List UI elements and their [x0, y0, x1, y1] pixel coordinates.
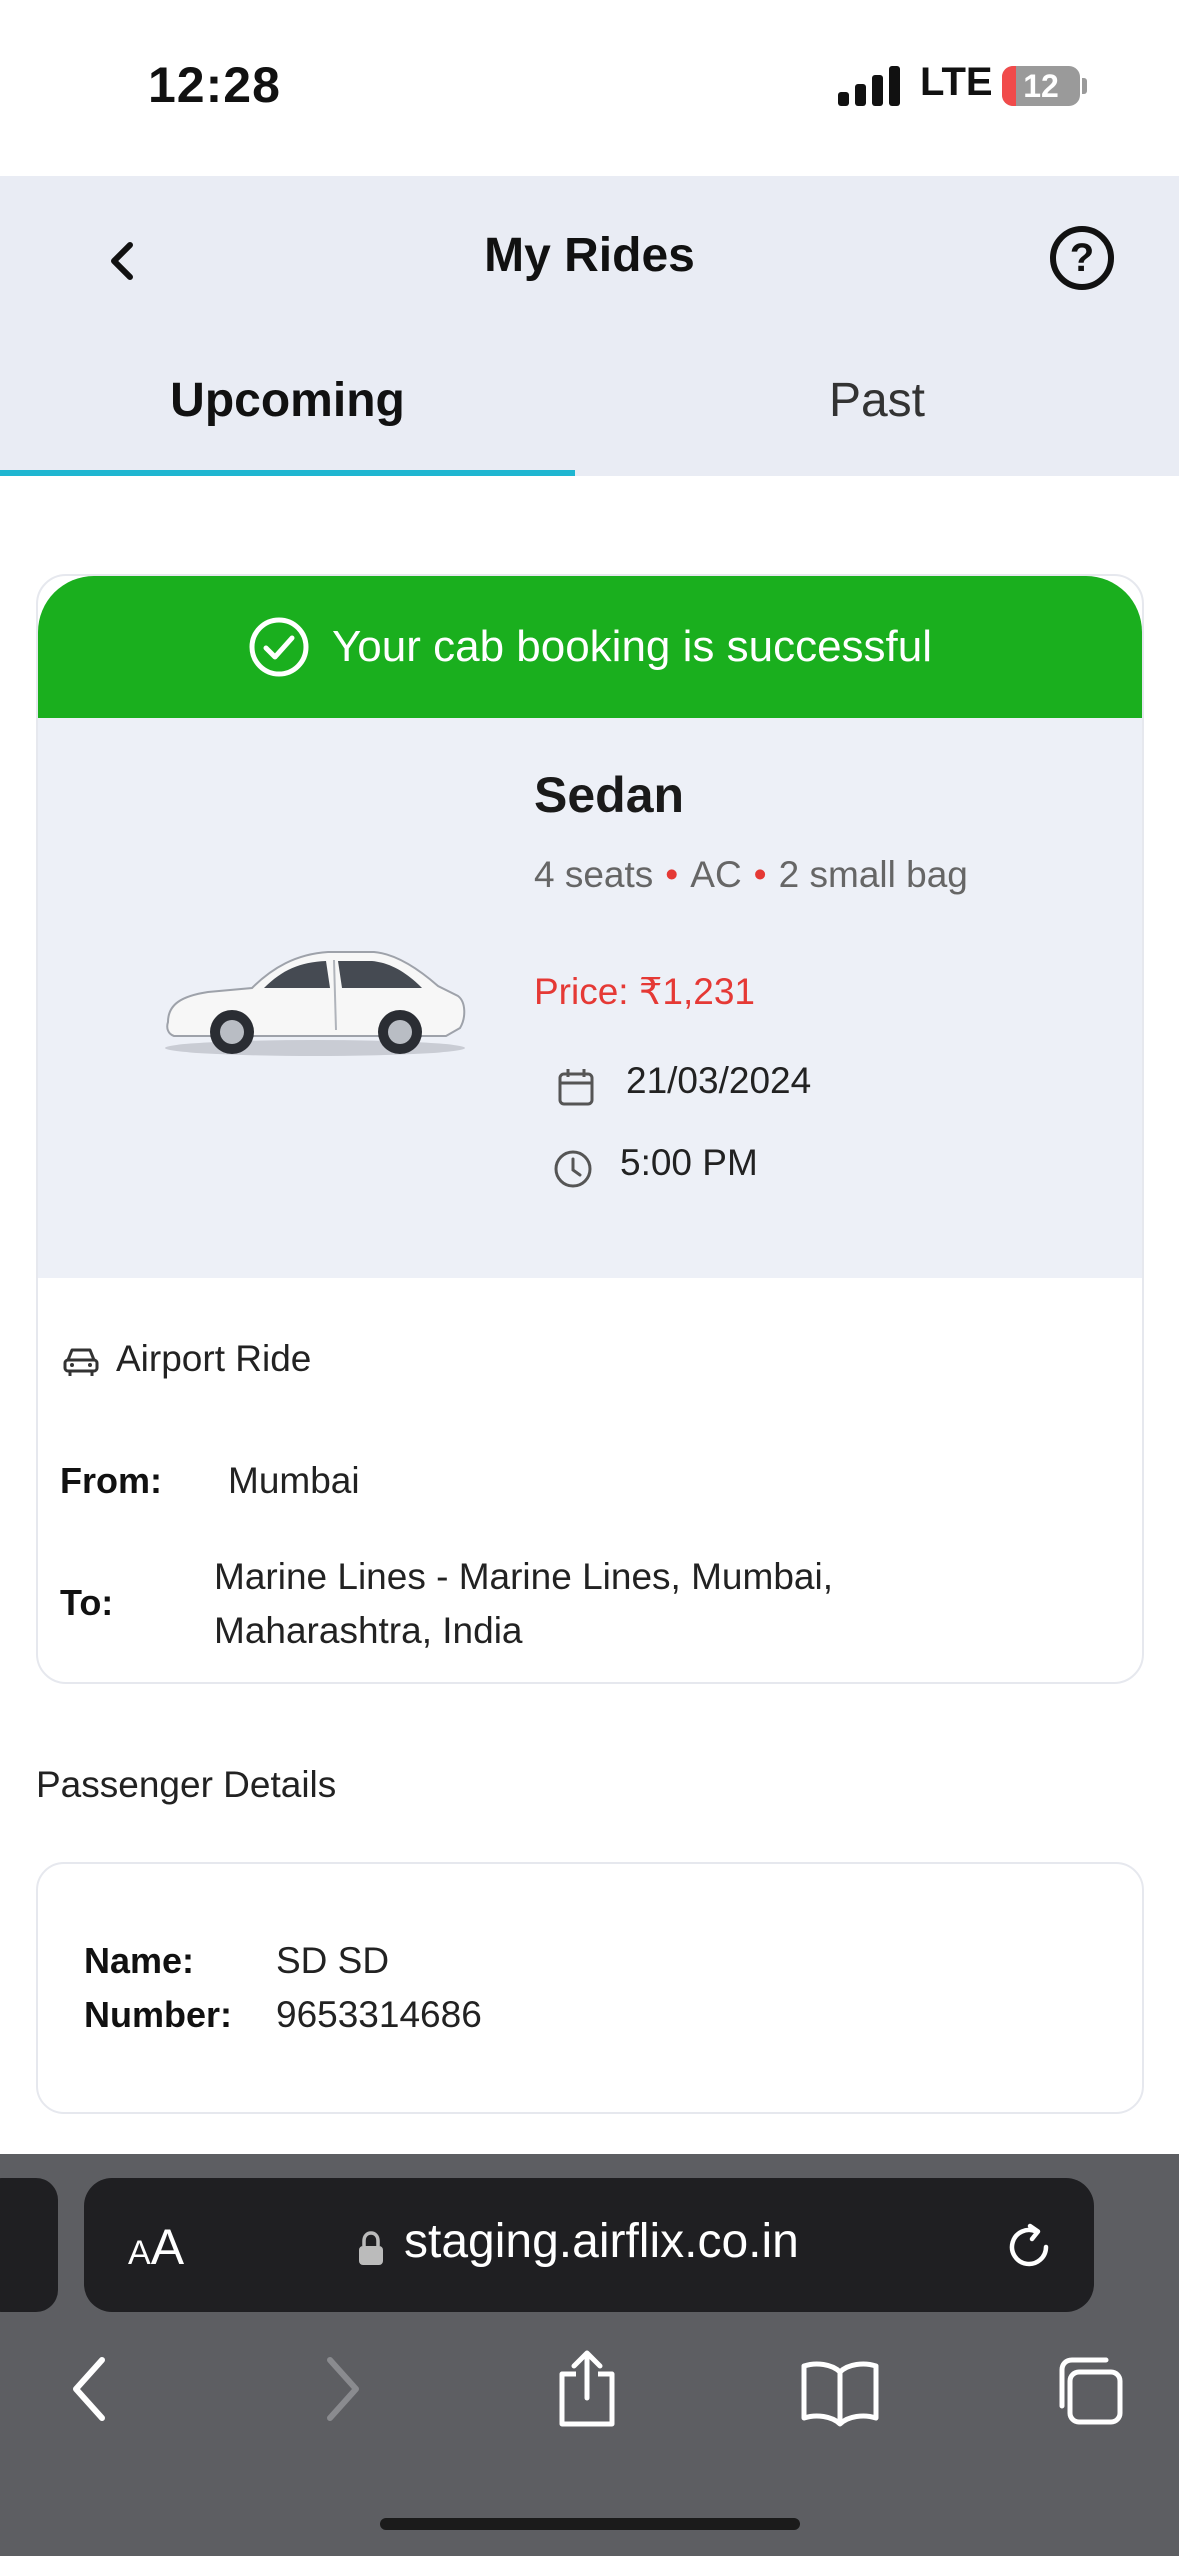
clock-icon	[554, 1150, 592, 1188]
ride-date: 21/03/2024	[626, 1060, 812, 1101]
forward-icon[interactable]	[318, 2348, 368, 2430]
car-type: Sedan	[534, 767, 685, 823]
help-button[interactable]: ?	[1050, 226, 1114, 290]
passenger-card	[36, 1862, 1144, 2114]
name-value: SD SD	[276, 1940, 390, 1981]
ride-time: 5:00 PM	[620, 1142, 758, 1183]
status-time: 12:28	[148, 57, 281, 113]
text-size-button[interactable]: AA	[128, 2218, 184, 2276]
calendar-icon	[558, 1069, 594, 1106]
to-label: To:	[60, 1582, 114, 1623]
previous-tab-preview[interactable]	[0, 2178, 58, 2312]
to-value: Marine Lines - Marine Lines, Mumbai, Mah…	[214, 1556, 833, 1651]
question-icon: ?	[1069, 235, 1095, 280]
active-tab-indicator	[0, 470, 575, 476]
tabs-icon[interactable]	[1050, 2348, 1130, 2430]
number-label: Number:	[84, 1994, 233, 2035]
car-features: 4 seats • AC • 2 small bag	[534, 850, 1014, 900]
tab-upcoming[interactable]: Upcoming	[0, 366, 575, 476]
from-label: From:	[60, 1460, 162, 1501]
tab-past[interactable]: Past	[575, 366, 1179, 476]
taxi-icon	[63, 1348, 99, 1376]
success-message: Your cab booking is successful	[331, 622, 933, 671]
ride-type: Airport Ride	[116, 1338, 312, 1379]
battery-level: 12	[1023, 68, 1059, 104]
aa-small: A	[128, 2234, 151, 2272]
reload-icon[interactable]	[1000, 2218, 1058, 2276]
url-text[interactable]: staging.airflix.co.in	[404, 2214, 799, 2269]
page-title: My Rides	[484, 229, 695, 282]
back-icon[interactable]	[64, 2348, 114, 2430]
feature-luggage: 2 small bag	[778, 854, 968, 895]
feature-ac: AC	[690, 854, 742, 895]
battery-nub	[1082, 78, 1087, 94]
success-banner: Your cab booking is successful	[38, 576, 1142, 718]
battery-icon: 12	[1002, 66, 1080, 106]
name-label: Name:	[84, 1940, 195, 1981]
lock-icon	[359, 2231, 383, 2265]
feature-seats: 4 seats	[534, 854, 654, 895]
number-value: 9653314686	[276, 1994, 482, 2035]
price: Price: ₹1,231	[534, 971, 755, 1012]
share-icon[interactable]	[552, 2348, 622, 2430]
bookmarks-icon[interactable]	[800, 2348, 880, 2430]
network-label: LTE	[920, 60, 993, 104]
sedan-car-image	[165, 951, 466, 1056]
separator-dot: •	[665, 854, 679, 895]
home-indicator	[380, 2518, 800, 2530]
check-circle-icon	[249, 617, 309, 677]
signal-icon	[838, 66, 900, 106]
from-value: Mumbai	[228, 1460, 360, 1501]
passenger-heading: Passenger Details	[36, 1764, 337, 1805]
aa-large: A	[150, 2219, 185, 2275]
separator-dot: •	[753, 854, 767, 895]
